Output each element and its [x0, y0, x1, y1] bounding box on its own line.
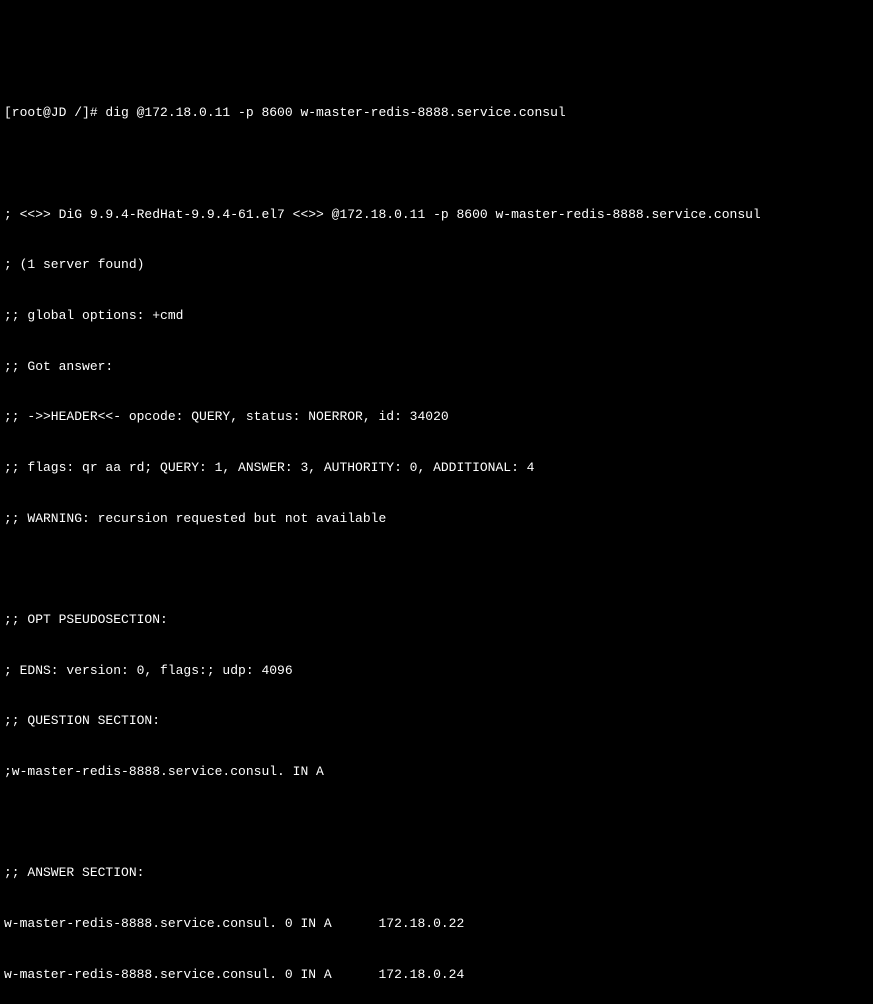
terminal-line: [4, 156, 869, 173]
terminal-line: [4, 815, 869, 832]
terminal-output[interactable]: [root@JD /]# dig @172.18.0.11 -p 8600 w-…: [4, 72, 869, 1004]
terminal-line: ; EDNS: version: 0, flags:; udp: 4096: [4, 663, 869, 680]
terminal-line: w-master-redis-8888.service.consul. 0 IN…: [4, 916, 869, 933]
terminal-line: ;; ANSWER SECTION:: [4, 865, 869, 882]
terminal-line: ;; OPT PSEUDOSECTION:: [4, 612, 869, 629]
terminal-line: ;; flags: qr aa rd; QUERY: 1, ANSWER: 3,…: [4, 460, 869, 477]
terminal-line: [root@JD /]# dig @172.18.0.11 -p 8600 w-…: [4, 105, 869, 122]
terminal-line: ;; ->>HEADER<<- opcode: QUERY, status: N…: [4, 409, 869, 426]
terminal-line: ;; WARNING: recursion requested but not …: [4, 511, 869, 528]
terminal-line: ; <<>> DiG 9.9.4-RedHat-9.9.4-61.el7 <<>…: [4, 207, 869, 224]
terminal-line: ;; Got answer:: [4, 359, 869, 376]
terminal-line: ;; global options: +cmd: [4, 308, 869, 325]
terminal-line: ; (1 server found): [4, 257, 869, 274]
terminal-line: ;w-master-redis-8888.service.consul. IN …: [4, 764, 869, 781]
terminal-line: ;; QUESTION SECTION:: [4, 713, 869, 730]
terminal-line: [4, 561, 869, 578]
terminal-line: w-master-redis-8888.service.consul. 0 IN…: [4, 967, 869, 984]
